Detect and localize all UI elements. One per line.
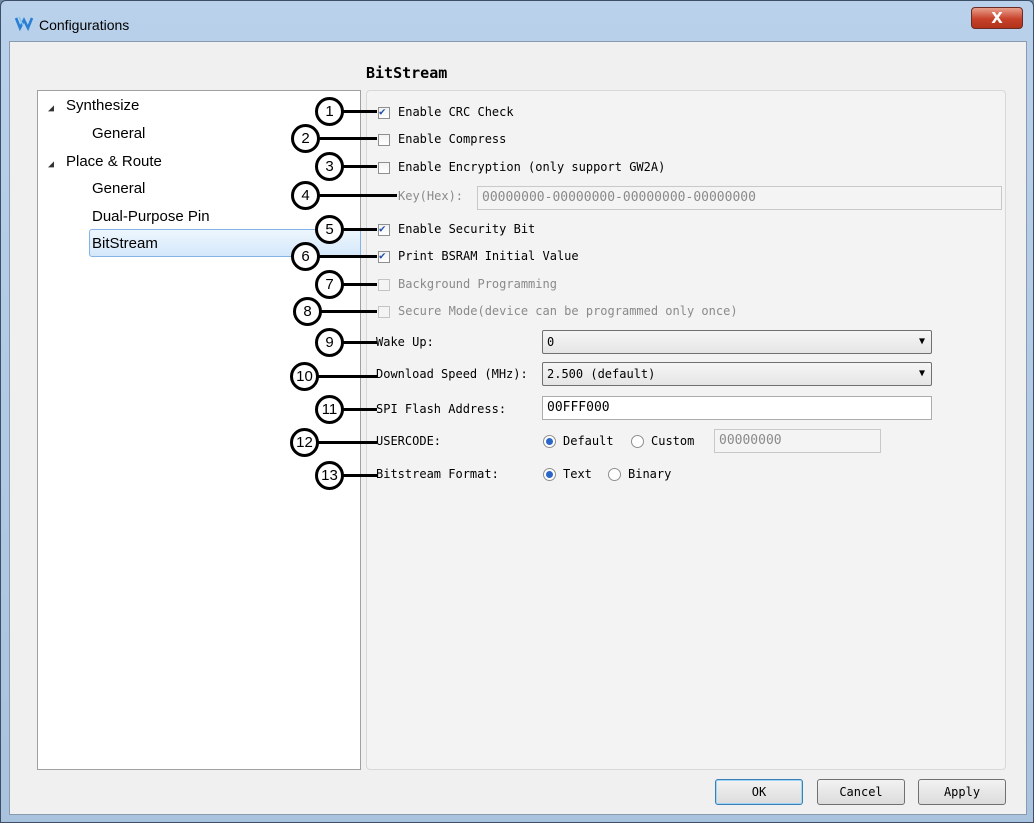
download-speed-select[interactable]: 2.500 (default) ▼ xyxy=(542,362,932,386)
key-hex-input[interactable]: 00000000-00000000-00000000-00000000 xyxy=(477,186,1002,210)
compress-label: Enable Compress xyxy=(398,132,507,146)
callout-marker: 13 xyxy=(315,461,344,490)
callout-leader xyxy=(316,137,377,140)
window-title: Configurations xyxy=(39,17,130,33)
cancel-button[interactable]: Cancel xyxy=(817,779,905,805)
callout-leader xyxy=(319,310,377,313)
wake-up-select[interactable]: 0 ▼ xyxy=(542,330,932,354)
usercode-label: USERCODE: xyxy=(376,434,442,448)
dialog-body: BitStream ◢ Synthesize General ◢ Place &… xyxy=(9,41,1027,815)
download-speed-label: Download Speed (MHz): xyxy=(376,367,528,381)
background-programming-label: Background Programming xyxy=(398,277,557,291)
callout-marker: 12 xyxy=(290,428,319,457)
expand-arrow-icon[interactable]: ◢ xyxy=(48,159,54,170)
format-binary-radio[interactable] xyxy=(608,468,621,481)
usercode-custom-input[interactable]: 00000000 xyxy=(714,429,881,453)
secure-mode-checkbox[interactable] xyxy=(378,306,390,318)
callout-marker: 11 xyxy=(315,395,344,424)
tree-item-bitstream[interactable]: BitStream xyxy=(92,235,158,252)
callout-leader xyxy=(316,255,377,258)
page-title: BitStream xyxy=(366,64,448,82)
callout-leader xyxy=(341,283,377,286)
background-programming-checkbox[interactable] xyxy=(378,279,390,291)
chevron-down-icon: ▼ xyxy=(918,368,925,379)
tree-item-synthesize-general[interactable]: General xyxy=(92,125,145,142)
wake-up-label: Wake Up: xyxy=(376,335,434,349)
key-label: Key(Hex): xyxy=(398,189,464,203)
security-bit-checkbox[interactable] xyxy=(378,222,390,236)
callout-leader xyxy=(341,474,377,477)
callout-marker: 7 xyxy=(315,270,344,299)
callout-marker: 6 xyxy=(291,242,320,271)
callout-leader xyxy=(316,441,377,444)
callout-marker: 9 xyxy=(315,328,344,357)
callout-leader xyxy=(341,228,377,231)
tree-item-place-route[interactable]: Place & Route xyxy=(66,153,162,170)
format-binary-label: Binary xyxy=(628,467,672,481)
callout-marker: 4 xyxy=(291,181,320,210)
bitstream-format-label: Bitstream Format: xyxy=(376,467,499,481)
wake-up-value: 0 xyxy=(547,335,555,349)
callout-leader xyxy=(316,375,377,378)
encryption-label: Enable Encryption (only support GW2A) xyxy=(398,160,666,174)
spi-flash-address-input[interactable]: 00FFF000 xyxy=(542,396,932,420)
format-text-radio[interactable] xyxy=(543,468,556,481)
gowin-logo-icon xyxy=(15,16,33,31)
callout-leader xyxy=(341,408,377,411)
tree-item-pnr-general[interactable]: General xyxy=(92,180,145,197)
usercode-custom-label: Custom xyxy=(651,434,695,448)
usercode-default-radio[interactable] xyxy=(543,435,556,448)
callout-leader xyxy=(341,165,377,168)
bsram-initial-value-label: Print BSRAM Initial Value xyxy=(398,249,579,263)
configurations-window: Configurations X BitStream ◢ Synthesize … xyxy=(0,0,1034,823)
usercode-custom-radio[interactable] xyxy=(631,435,644,448)
download-speed-value: 2.500 (default) xyxy=(547,367,656,381)
callout-marker: 2 xyxy=(291,124,320,153)
callout-marker: 1 xyxy=(315,97,344,126)
ok-button[interactable]: OK xyxy=(715,779,803,805)
callout-leader xyxy=(316,194,397,197)
secure-mode-label: Secure Mode(device can be programmed onl… xyxy=(398,304,738,318)
spi-flash-address-label: SPI Flash Address: xyxy=(376,402,507,416)
bsram-initial-value-checkbox[interactable] xyxy=(378,249,390,263)
callout-marker: 3 xyxy=(315,152,344,181)
compress-checkbox[interactable] xyxy=(378,134,390,146)
callout-marker: 8 xyxy=(293,297,322,326)
apply-button[interactable]: Apply xyxy=(918,779,1006,805)
callout-leader xyxy=(341,110,377,113)
callout-leader xyxy=(341,341,377,344)
tree-item-synthesize[interactable]: Synthesize xyxy=(66,97,139,114)
chevron-down-icon: ▼ xyxy=(918,336,925,347)
close-icon: X xyxy=(991,9,1003,27)
crc-check-checkbox[interactable] xyxy=(378,105,390,119)
expand-arrow-icon[interactable]: ◢ xyxy=(48,103,54,114)
format-text-label: Text xyxy=(563,467,592,481)
close-button[interactable]: X xyxy=(971,7,1023,29)
title-bar[interactable]: Configurations X xyxy=(1,1,1033,41)
usercode-default-label: Default xyxy=(563,434,614,448)
tree-item-dual-purpose-pin[interactable]: Dual-Purpose Pin xyxy=(92,208,210,225)
callout-marker: 5 xyxy=(315,215,344,244)
crc-check-label: Enable CRC Check xyxy=(398,105,514,119)
security-bit-label: Enable Security Bit xyxy=(398,222,536,236)
encryption-checkbox[interactable] xyxy=(378,162,390,174)
callout-marker: 10 xyxy=(290,362,319,391)
